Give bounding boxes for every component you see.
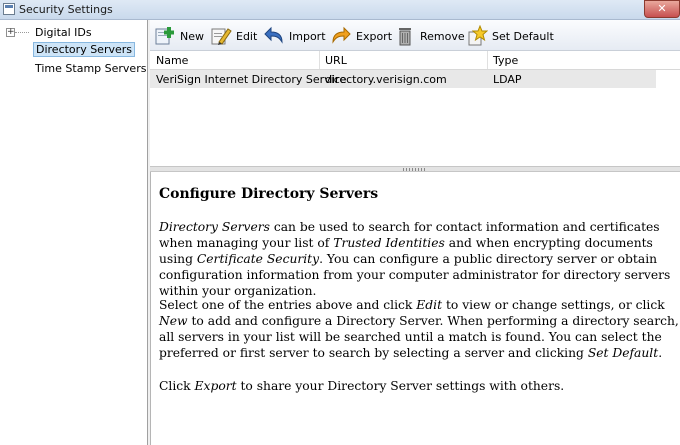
help-text: . (658, 346, 663, 360)
remove-label: Remove (420, 29, 465, 43)
expand-icon[interactable]: + (6, 28, 15, 37)
column-header-type[interactable]: Type (493, 54, 518, 67)
help-paragraph: Click Export to share your Directory Ser… (159, 378, 679, 394)
title-bar: Security Settings ✕ (0, 0, 680, 20)
star-icon (468, 25, 488, 46)
set-default-label: Set Default (492, 29, 554, 43)
close-button[interactable]: ✕ (644, 0, 680, 18)
cell-type: LDAP (493, 73, 522, 86)
remove-button[interactable]: Remove (394, 26, 465, 46)
toolbar: New Edit Import Export Remove Set Defaul… (150, 20, 680, 51)
help-emphasis: Export (194, 379, 237, 393)
edit-label: Edit (236, 29, 258, 43)
help-text: to view or change settings, or click (442, 298, 665, 312)
cell-name: VeriSign Internet Directory Service (156, 73, 347, 86)
help-emphasis: Trusted Identities (333, 236, 445, 250)
column-header-url[interactable]: URL (325, 54, 347, 67)
edit-button[interactable]: Edit (210, 26, 257, 46)
help-heading: Configure Directory Servers (159, 186, 379, 202)
new-button[interactable]: New (154, 26, 204, 46)
help-paragraph: Directory Servers can be used to search … (159, 219, 679, 299)
column-divider[interactable] (487, 51, 488, 69)
edit-icon (211, 28, 232, 45)
sidebar-item-digital-ids[interactable]: Digital IDs (35, 26, 92, 39)
directory-server-table: Name URL Type VeriSign Internet Director… (150, 51, 680, 166)
close-icon: ✕ (657, 2, 667, 15)
help-emphasis: Edit (416, 298, 443, 312)
help-emphasis: Set Default (587, 346, 659, 360)
import-icon (264, 26, 283, 44)
help-text: to share your Directory Server settings … (236, 379, 565, 393)
window-title: Security Settings (19, 3, 113, 16)
export-button[interactable]: Export (330, 26, 392, 46)
sidebar-item-directory-servers[interactable]: Directory Servers (33, 42, 135, 57)
export-icon (332, 26, 351, 44)
help-text: Select one of the entries above and clic… (159, 298, 417, 312)
tree-connector (15, 32, 29, 33)
app-icon (3, 3, 15, 15)
help-panel: Configure Directory Servers Directory Se… (150, 172, 680, 445)
import-button[interactable]: Import (263, 26, 326, 46)
table-header: Name URL Type (150, 51, 680, 70)
new-icon (155, 27, 174, 45)
column-header-name[interactable]: Name (156, 54, 188, 67)
sidebar-tree: + Digital IDs Directory Servers Time Sta… (0, 20, 148, 445)
column-divider[interactable] (319, 51, 320, 69)
export-label: Export (356, 29, 393, 43)
set-default-button[interactable]: Set Default (466, 25, 554, 46)
cell-url: directory.verisign.com (325, 73, 447, 86)
splitter-grip-icon[interactable] (403, 168, 425, 171)
new-label: New (180, 29, 204, 43)
help-paragraph: Select one of the entries above and clic… (159, 297, 679, 361)
table-row[interactable]: VeriSign Internet Directory Service dire… (150, 70, 656, 88)
import-label: Import (289, 29, 326, 43)
help-emphasis: Certificate Security (196, 252, 320, 266)
help-text: Click (159, 379, 195, 393)
trash-icon (399, 28, 411, 46)
help-emphasis: New (159, 314, 188, 328)
help-emphasis: Directory Servers (159, 220, 270, 234)
sidebar-item-time-stamp-servers[interactable]: Time Stamp Servers (35, 62, 146, 75)
